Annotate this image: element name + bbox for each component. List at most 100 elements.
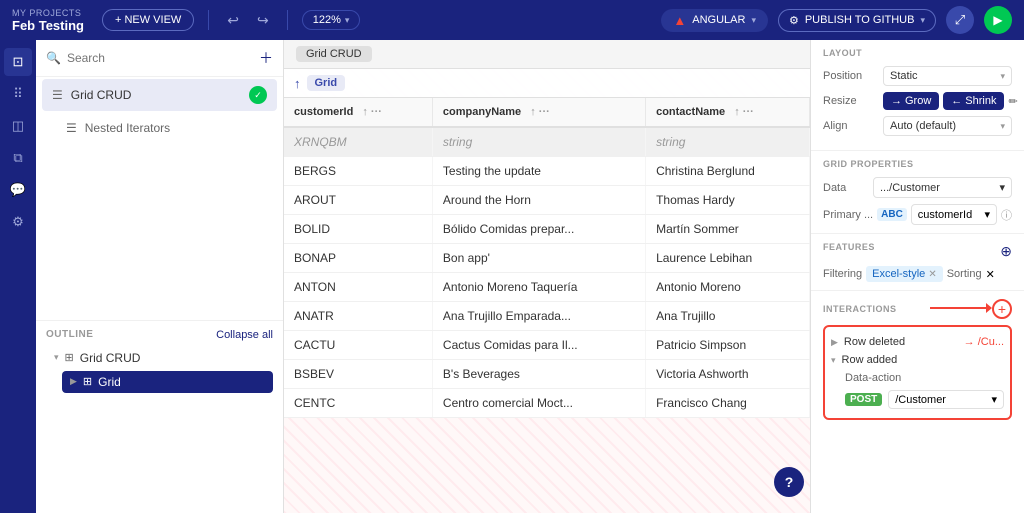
- table-row[interactable]: CACTUCactus Comidas para Il...Patricio S…: [284, 331, 810, 360]
- cell-contactName: Thomas Hardy: [646, 186, 810, 215]
- align-row: Align Auto (default) ▾: [823, 116, 1012, 136]
- sidebar-item-grid-crud[interactable]: ☰ Grid CRUD ✓: [42, 79, 277, 111]
- add-page-button[interactable]: ＋: [259, 48, 273, 68]
- cell-contactName: Francisco Chang: [646, 389, 810, 418]
- outline-header: OUTLINE Collapse all: [46, 329, 273, 341]
- expand-icon: ▶: [831, 337, 838, 348]
- grid-header-bar: ↑ Grid: [284, 69, 810, 98]
- main-layout: ⊡ ⠿ ◫ ⧉ 💬 ⚙ 🔍 ＋ ☰ Grid CRUD ✓ ☰ Nested I…: [0, 40, 1024, 513]
- undo-icon[interactable]: ↩: [223, 8, 243, 33]
- grid-container[interactable]: ↑ Grid customerId ↑ ··· companyName ↑ ·: [284, 69, 810, 513]
- redo-icon[interactable]: ↪: [253, 8, 273, 33]
- publish-caret-icon: ▾: [920, 15, 925, 26]
- interaction-row-added[interactable]: ▾ Row added: [831, 351, 1004, 369]
- data-action-row: Data-action: [831, 369, 1004, 387]
- divider: [287, 10, 288, 30]
- breadcrumb-bar: Grid CRUD: [284, 40, 810, 69]
- divider: [208, 10, 209, 30]
- sidebar-item-nested-iterators[interactable]: ☰ Nested Iterators: [42, 115, 277, 141]
- components-icon[interactable]: ⠿: [4, 80, 32, 108]
- grid-icon: ⊞: [83, 375, 92, 388]
- shrink-button[interactable]: ← Shrink: [943, 92, 1004, 110]
- interaction-row-deleted[interactable]: ▶ Row deleted → /Cu...: [831, 333, 1004, 351]
- position-select[interactable]: Static ▾: [883, 66, 1012, 86]
- data-grid: customerId ↑ ··· companyName ↑ ··· conta…: [284, 98, 810, 418]
- framework-selector[interactable]: ▲ ANGULAR ▾: [661, 9, 768, 32]
- page-icon: ☰: [52, 88, 63, 102]
- share-button[interactable]: ⤢: [946, 6, 974, 34]
- excel-style-close-icon[interactable]: ✕: [928, 269, 936, 280]
- info-icon[interactable]: ⓘ: [1001, 207, 1012, 223]
- assets-icon[interactable]: ◫: [4, 112, 32, 140]
- play-button[interactable]: ▶: [984, 6, 1012, 34]
- badge-icon: ✓: [254, 90, 262, 101]
- post-path-input[interactable]: /Customer ▾: [888, 390, 1004, 409]
- table-row[interactable]: BERGSTesting the updateChristina Berglun…: [284, 157, 810, 186]
- col-header-companyName: companyName ↑ ···: [432, 98, 645, 127]
- excel-style-tag: Excel-style ✕: [866, 266, 943, 282]
- table-row[interactable]: BOLIDBólido Comidas prepar...Martín Somm…: [284, 215, 810, 244]
- center-area: Grid CRUD ↑ Grid customerId ↑ ···: [284, 40, 810, 513]
- data-source-select[interactable]: .../Customer ▾: [873, 177, 1012, 198]
- data-label: Data: [823, 182, 873, 194]
- layers-icon[interactable]: ⧉: [4, 144, 32, 172]
- layout-section-title: LAYOUT: [823, 48, 1012, 58]
- cell-companyName: Centro comercial Moct...: [432, 389, 645, 418]
- my-projects-label: MY PROJECTS: [12, 8, 84, 18]
- outline-section: OUTLINE Collapse all ▾ ⊞ Grid CRUD ▶ ⊞ G…: [36, 320, 283, 513]
- outline-item-grid-crud[interactable]: ▾ ⊞ Grid CRUD: [46, 347, 273, 369]
- col-actions[interactable]: ↑ ···: [530, 106, 550, 118]
- zoom-selector[interactable]: 122% ▾: [302, 10, 361, 30]
- cell-companyName: Antonio Moreno Taquería: [432, 273, 645, 302]
- grid-nav-icon: ↑: [294, 76, 301, 91]
- cell-customerId: XRNQBM: [284, 127, 432, 157]
- table-header-row: customerId ↑ ··· companyName ↑ ··· conta…: [284, 98, 810, 127]
- cell-contactName: Martín Sommer: [646, 215, 810, 244]
- publish-button[interactable]: ⚙ PUBLISH TO GITHUB ▾: [778, 9, 936, 32]
- table-row[interactable]: BSBEVB's BeveragesVictoria Ashworth: [284, 360, 810, 389]
- settings-icon[interactable]: ⚙: [4, 208, 32, 236]
- cell-contactName: Antonio Moreno: [646, 273, 810, 302]
- position-row: Position Static ▾: [823, 66, 1012, 86]
- cell-contactName: Patricio Simpson: [646, 331, 810, 360]
- position-label: Position: [823, 70, 883, 82]
- grow-button[interactable]: → Grow: [883, 92, 939, 110]
- outline-item-grid[interactable]: ▶ ⊞ Grid: [62, 371, 273, 393]
- new-view-button[interactable]: + NEW VIEW: [102, 9, 194, 31]
- sidebar: 🔍 ＋ ☰ Grid CRUD ✓ ☰ Nested Iterators OUT…: [36, 40, 284, 513]
- table-row[interactable]: XRNQBMstringstring: [284, 127, 810, 157]
- arrow-indicator: [930, 307, 990, 309]
- interactions-section: INTERACTIONS + ▶ Row deleted → /Cu... ▾ …: [811, 291, 1024, 432]
- table-body: XRNQBMstringstringBERGSTesting the updat…: [284, 127, 810, 418]
- breadcrumb: Grid CRUD: [296, 46, 372, 62]
- cell-customerId: BONAP: [284, 244, 432, 273]
- collapse-all-button[interactable]: Collapse all: [216, 329, 273, 341]
- cell-customerId: CENTC: [284, 389, 432, 418]
- cell-companyName: Cactus Comidas para Il...: [432, 331, 645, 360]
- sidebar-item-label: Grid CRUD: [71, 88, 241, 102]
- table-row[interactable]: ANTONAntonio Moreno TaqueríaAntonio More…: [284, 273, 810, 302]
- table-row[interactable]: ANATRAna Trujillo Emparada...Ana Trujill…: [284, 302, 810, 331]
- sorting-close-icon[interactable]: ✕: [986, 268, 995, 281]
- table-row[interactable]: CENTCCentro comercial Moct...Francisco C…: [284, 389, 810, 418]
- chat-icon[interactable]: 💬: [4, 176, 32, 204]
- position-caret-icon: ▾: [1000, 71, 1005, 82]
- features-section: FEATURES ⊕ Filtering Excel-style ✕ Sorti…: [811, 234, 1024, 291]
- align-select[interactable]: Auto (default) ▾: [883, 116, 1012, 136]
- help-button[interactable]: ?: [774, 467, 804, 497]
- col-actions[interactable]: ↑ ···: [362, 106, 382, 118]
- post-badge: POST: [845, 393, 882, 406]
- resize-edit-button[interactable]: ✏: [1008, 95, 1017, 108]
- add-feature-button[interactable]: ⊕: [1000, 243, 1012, 260]
- table-row[interactable]: AROUTAround the HornThomas Hardy: [284, 186, 810, 215]
- search-input[interactable]: [67, 51, 253, 65]
- grid-props-title: GRID PROPERTIES: [823, 159, 1012, 169]
- table-row[interactable]: BONAPBon app'Laurence Lebihan: [284, 244, 810, 273]
- primary-key-select[interactable]: customerId ▾: [911, 204, 997, 225]
- col-actions[interactable]: ↑ ···: [734, 106, 754, 118]
- pages-icon[interactable]: ⊡: [4, 48, 32, 76]
- github-icon: ⚙: [789, 14, 799, 27]
- add-interaction-button[interactable]: +: [992, 299, 1012, 319]
- right-panel: LAYOUT Position Static ▾ Resize → Grow ←: [810, 40, 1024, 513]
- interactions-title: INTERACTIONS: [823, 304, 897, 314]
